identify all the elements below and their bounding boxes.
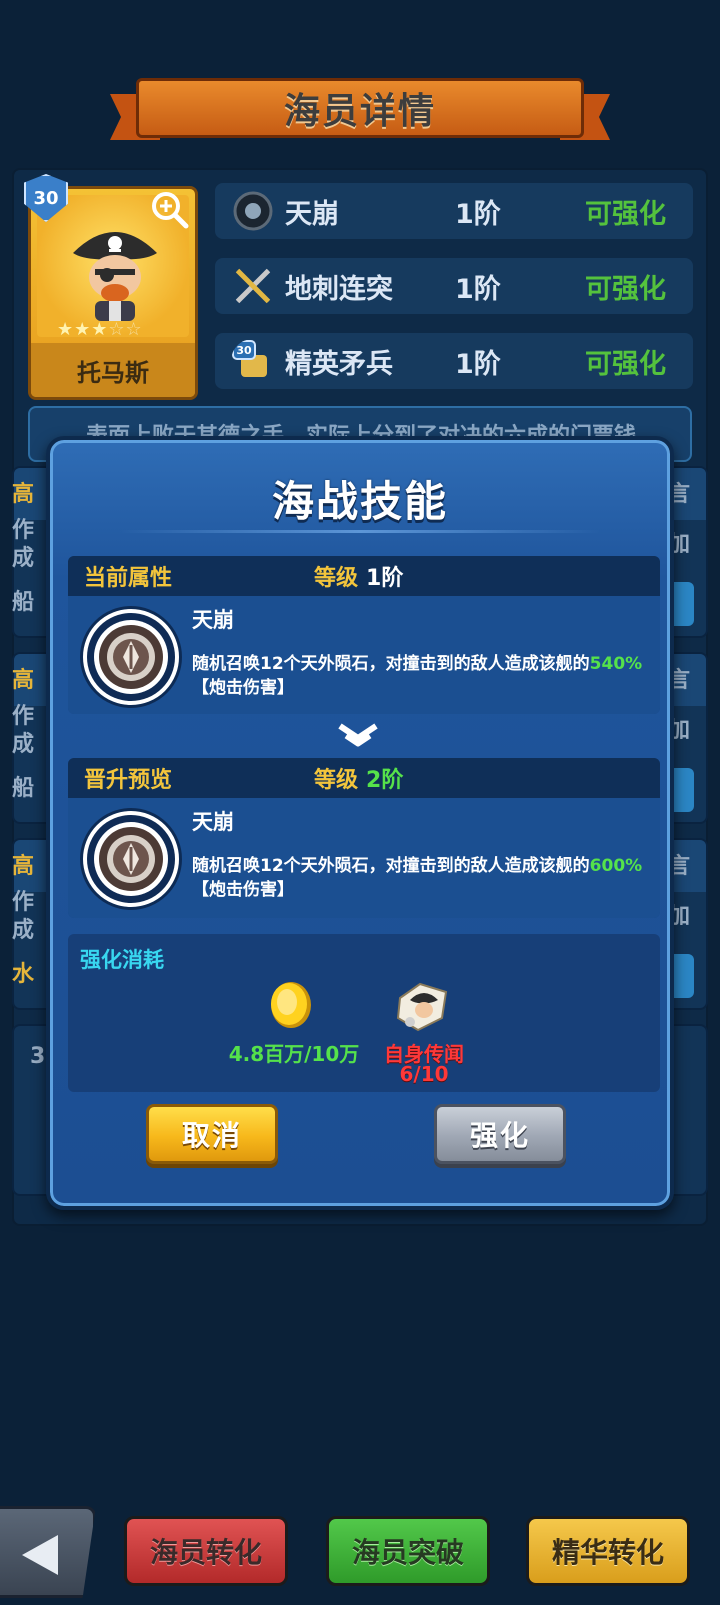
skill-status: 可强化 — [585, 273, 666, 305]
preview-skill-desc: 随机召唤12个天外陨石，对撞击到的敌人造成该舰的600%【炮击伤害】 — [192, 856, 643, 900]
current-skill-name: 天崩 — [192, 608, 234, 632]
upgrade-preview-section: 晋升预览 等级 2阶 天崩 随机召唤12个天外陨石，对撞击到的敌人造成该舰的60… — [68, 758, 660, 918]
naval-skill-modal: 海战技能 当前属性 等级 1阶 天崩 随机召唤12个天外陨石，对撞击到的敌人造成… — [46, 436, 674, 1210]
spearman-icon: 30 — [232, 340, 267, 377]
enhance-cost-section: 强化消耗 4.8百万/10万 自身传闻 6/10 — [68, 934, 660, 1092]
crew-name: 托马斯 — [31, 343, 195, 397]
level-label: 等级 — [314, 566, 359, 591]
partial-text-right: 加 — [668, 532, 691, 557]
upgrade-preview-body: 天崩 随机召唤12个天外陨石，对撞击到的敌人造成该舰的600%【炮击伤害】 — [68, 798, 660, 918]
meteor-skill-icon — [99, 827, 163, 891]
skill-tier: 1阶 — [455, 348, 501, 380]
current-attr-header: 当前属性 等级 1阶 — [68, 556, 660, 596]
skill-name: 天崩 — [285, 198, 339, 230]
star-rating: ★★★☆☆ — [57, 319, 143, 340]
partial-text-right: 加 — [668, 904, 691, 929]
upgrade-preview-header: 晋升预览 等级 2阶 — [68, 758, 660, 798]
zoom-in-icon[interactable] — [150, 190, 190, 230]
skill-icon-frame — [80, 606, 182, 708]
pirate-captain-icon — [73, 232, 157, 321]
banner-plate: 海员详情 — [136, 78, 584, 138]
double-chevron-down-icon — [338, 723, 378, 747]
skill-status: 可强化 — [585, 198, 666, 230]
preview-skill-name: 天崩 — [192, 810, 234, 834]
rumor-shard-icon — [396, 982, 448, 1032]
skill-row-jingying[interactable]: 30 精英矛兵 1阶 可强化 — [215, 333, 693, 389]
upgrade-preview-label: 晋升预览 — [84, 768, 173, 793]
title-divider — [120, 530, 600, 533]
current-skill-desc: 随机召唤12个天外陨石，对撞击到的敌人造成该舰的540%【炮击伤害】 — [192, 654, 643, 698]
partial-text-right: 加 — [668, 718, 691, 743]
skill-tier: 1阶 — [455, 273, 501, 305]
cancel-button[interactable]: 取消 — [146, 1104, 278, 1164]
meteor-skill-icon — [99, 625, 163, 689]
back-arrow-icon — [22, 1535, 58, 1575]
skill-icon-frame — [80, 808, 182, 910]
crew-convert-button[interactable]: 海员转化 — [124, 1516, 288, 1586]
spearman-level-badge: 30 — [236, 344, 252, 357]
preview-level-value: 2阶 — [366, 768, 404, 793]
gold-coin-icon — [271, 982, 311, 1028]
crossed-swords-icon — [235, 268, 271, 304]
current-attr-body: 天崩 随机召唤12个天外陨石，对撞击到的敌人造成该舰的540%【炮击伤害】 — [68, 596, 660, 714]
current-skill-pct: 540% — [589, 654, 643, 674]
modal-title: 海战技能 — [271, 477, 448, 526]
cost-title: 强化消耗 — [80, 948, 164, 972]
level-label: 等级 — [314, 768, 359, 793]
title-banner: 海员详情 — [110, 78, 610, 144]
preview-skill-pct: 600% — [589, 856, 643, 876]
skill-name: 地刺连突 — [285, 273, 393, 305]
enhance-button[interactable]: 强化 — [434, 1104, 566, 1164]
meteor-icon — [233, 191, 273, 231]
current-level-value: 1阶 — [366, 566, 404, 591]
gold-cost: 4.8百万/10万 — [228, 1042, 360, 1066]
skill-name: 精英矛兵 — [285, 348, 393, 380]
skill-row-dici[interactable]: 地刺连突 1阶 可强化 — [215, 258, 693, 314]
partial-text-right: 言 — [668, 854, 691, 879]
skill-tier: 1阶 — [455, 198, 501, 230]
page-title: 海员详情 — [283, 91, 436, 132]
essence-convert-button[interactable]: 精华转化 — [526, 1516, 690, 1586]
crew-breakthrough-button[interactable]: 海员突破 — [326, 1516, 490, 1586]
current-attr-section: 当前属性 等级 1阶 天崩 随机召唤12个天外陨石，对撞击到的敌人造成该舰的54… — [68, 556, 660, 714]
back-button[interactable] — [0, 1506, 96, 1598]
skill-row-tianbeng[interactable]: 天崩 1阶 可强化 — [215, 183, 693, 239]
item-count: 6/10 — [399, 1062, 449, 1086]
skill-status: 可强化 — [585, 348, 666, 380]
partial-text-right: 言 — [668, 668, 691, 693]
partial-text-right: 言 — [668, 482, 691, 507]
current-attr-label: 当前属性 — [84, 566, 173, 591]
